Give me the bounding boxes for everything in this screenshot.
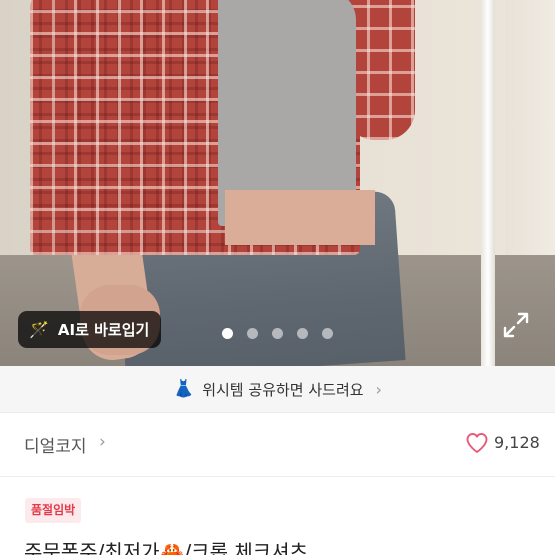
carousel-dot[interactable] [322,328,333,339]
magic-wand-icon: 🪄 [29,320,49,339]
product-title: 주문폭주/최저가🦀/크롭 체크셔츠 [24,540,308,555]
status-badge: 품절임박 [25,498,82,523]
ai-try-on-button[interactable]: 🪄 AI로 바로입기 [18,311,161,348]
carousel-indicator [222,328,333,339]
carousel-dot[interactable] [222,328,233,339]
carousel-dot[interactable] [247,328,258,339]
dress-icon: 👗 [173,379,195,399]
shop-name-link[interactable]: 디얼코지 [24,432,87,457]
wish-share-text: 위시템 공유하면 사드려요 [202,380,364,399]
like-count: 9,128 [494,433,540,452]
product-page: 🪄 AI로 바로입기 👗 위시템 공유하면 사드려요 › 디얼코지 › 9,12… [0,0,555,555]
carousel-dot[interactable] [272,328,283,339]
expand-icon[interactable] [503,312,529,338]
chevron-right-icon[interactable]: › [99,432,106,452]
wish-share-banner[interactable]: 👗 위시템 공유하면 사드려요 › [0,366,555,413]
product-image[interactable]: 🪄 AI로 바로입기 [0,0,555,366]
shop-row: 디얼코지 › 9,128 [0,412,555,477]
ai-try-on-label: AI로 바로입기 [57,321,150,339]
chevron-right-icon: › [375,379,382,399]
heart-icon[interactable] [465,431,489,455]
carousel-dot[interactable] [297,328,308,339]
